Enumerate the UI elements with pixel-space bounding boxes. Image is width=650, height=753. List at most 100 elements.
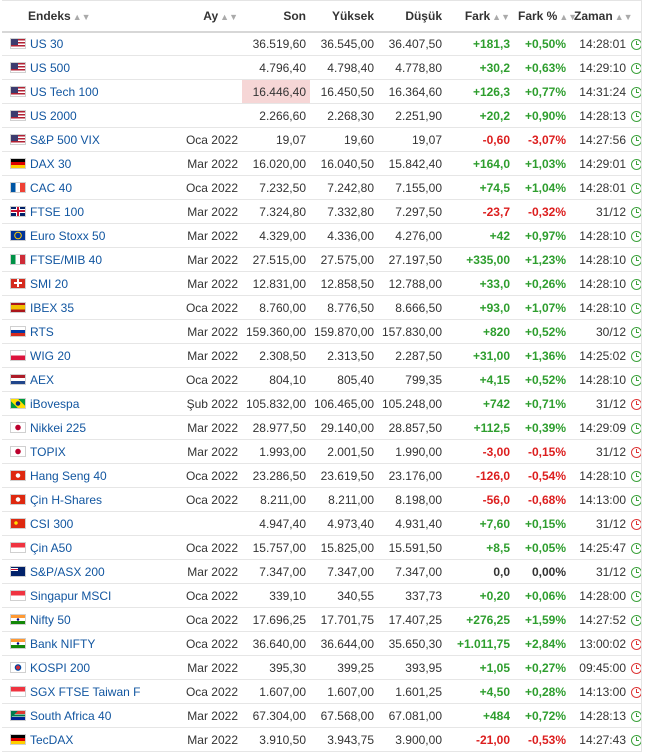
index-name-link[interactable]: Çin A50 xyxy=(30,541,72,555)
index-name-link[interactable]: WIG 20 xyxy=(30,349,71,363)
index-name-link[interactable]: Singapur MSCI xyxy=(30,589,111,603)
index-name-link[interactable]: S&P 500 VIX xyxy=(30,133,100,147)
month-cell: Mar 2022 xyxy=(168,151,242,176)
table-row: TOPIX Mar 2022 1.993,00 2.001,50 1.990,0… xyxy=(2,439,642,464)
index-name-link[interactable]: US Tech 100 xyxy=(30,85,99,99)
index-name-link[interactable]: DAX 30 xyxy=(30,157,71,171)
last-cell: 2.266,60 xyxy=(242,103,310,128)
index-name-cell[interactable]: Nifty 50 xyxy=(2,607,168,632)
index-name-link[interactable]: S&P/ASX 200 xyxy=(30,565,105,579)
col-header-time[interactable]: Zaman ▲▼ xyxy=(570,0,633,33)
index-name-link[interactable]: AEX xyxy=(30,373,54,387)
col-header-month[interactable]: Ay ▲▼ xyxy=(168,0,242,33)
col-header-high[interactable]: Yüksek xyxy=(310,0,378,33)
index-name-cell[interactable]: Nikkei 225 xyxy=(2,415,168,440)
change-pct-cell: +0,39% xyxy=(514,415,570,440)
index-name-link[interactable]: FTSE/MIB 40 xyxy=(30,253,102,267)
last-cell: 2.308,50 xyxy=(242,343,310,368)
index-name-cell[interactable]: TOPIX xyxy=(2,439,168,464)
col-header-last[interactable]: Son xyxy=(242,0,310,33)
index-name-cell[interactable]: DAX 30 xyxy=(2,151,168,176)
table-row: WIG 20 Mar 2022 2.308,50 2.313,50 2.287,… xyxy=(2,343,642,368)
index-name-link[interactable]: SGX FTSE Taiwan F xyxy=(30,685,140,699)
index-name-link[interactable]: TOPIX xyxy=(30,445,66,459)
index-name-link[interactable]: KOSPI 200 xyxy=(30,661,90,675)
index-name-link[interactable]: IBEX 35 xyxy=(30,301,74,315)
index-name-cell[interactable]: Euro Stoxx 50 xyxy=(2,223,168,248)
change-pct-cell: +0,77% xyxy=(514,79,570,104)
index-name-link[interactable]: US 30 xyxy=(30,37,63,51)
index-name-link[interactable]: Nikkei 225 xyxy=(30,421,86,435)
index-name-cell[interactable]: US 500 xyxy=(2,55,168,80)
index-name-link[interactable]: FTSE 100 xyxy=(30,205,84,219)
index-name-link[interactable]: RTS xyxy=(30,325,54,339)
index-name-cell[interactable]: KOSPI 200 xyxy=(2,655,168,680)
change-pct-cell: +0,05% xyxy=(514,535,570,560)
market-open-clock-icon xyxy=(630,39,642,51)
index-name-cell[interactable]: S&P/ASX 200 xyxy=(2,559,168,584)
index-name-cell[interactable]: FTSE 100 xyxy=(2,199,168,224)
index-name-link[interactable]: CAC 40 xyxy=(30,181,72,195)
table-header-row: Endeks ▲▼ Ay ▲▼ Son Yüksek Düşük Fark ▲▼ Fa… xyxy=(2,0,642,33)
col-header-change-pct[interactable]: Fark % ▲▼ xyxy=(514,0,577,33)
month-cell: Oca 2022 xyxy=(168,175,242,200)
index-name-cell[interactable]: CAC 40 xyxy=(2,175,168,200)
change-pct-cell: +0,28% xyxy=(514,679,570,704)
index-name-link[interactable]: TecDAX xyxy=(30,733,73,747)
index-name-cell[interactable]: US 30 xyxy=(2,31,168,56)
index-name-cell[interactable]: SMI 20 xyxy=(2,271,168,296)
table-row: US 500 4.796,40 4.798,40 4.778,80 +30,2 … xyxy=(2,55,642,80)
index-name-cell[interactable]: TecDAX xyxy=(2,727,168,752)
index-name-link[interactable]: CSI 300 xyxy=(30,517,73,531)
col-header-change[interactable]: Fark ▲▼ xyxy=(446,0,514,33)
month-cell xyxy=(168,79,242,104)
index-name-cell[interactable]: IBEX 35 xyxy=(2,295,168,320)
index-name-cell[interactable]: Çin H-Shares xyxy=(2,487,168,512)
index-name-link[interactable]: US 500 xyxy=(30,61,70,75)
index-name-cell[interactable]: WIG 20 xyxy=(2,343,168,368)
table-row: Nifty 50 Oca 2022 17.696,25 17.701,75 17… xyxy=(2,607,642,632)
sort-icon: ▲▼ xyxy=(72,11,91,22)
index-name-link[interactable]: Hang Seng 40 xyxy=(30,469,107,483)
market-open-clock-icon xyxy=(630,206,642,218)
index-name-cell[interactable]: Bank NIFTY xyxy=(2,631,168,656)
index-name-link[interactable]: iBovespa xyxy=(30,397,79,411)
change-cell: +820 xyxy=(446,319,514,344)
market-open-clock-icon xyxy=(630,134,642,146)
index-name-cell[interactable]: S&P 500 VIX xyxy=(2,127,168,152)
index-name-cell[interactable]: Çin A50 xyxy=(2,535,168,560)
low-cell: 27.197,50 xyxy=(378,247,446,272)
index-name-cell[interactable]: South Africa 40 xyxy=(2,703,168,728)
low-cell: 19,07 xyxy=(378,127,446,152)
index-name-cell[interactable]: US 2000 xyxy=(2,103,168,128)
month-cell: Oca 2022 xyxy=(168,295,242,320)
sort-icon: ▲▼ xyxy=(614,11,633,22)
change-cell: +31,00 xyxy=(446,343,514,368)
index-name-link[interactable]: South Africa 40 xyxy=(30,709,111,723)
col-header-low[interactable]: Düşük xyxy=(378,0,446,33)
index-name-link[interactable]: Euro Stoxx 50 xyxy=(30,229,105,243)
index-name-cell[interactable]: SGX FTSE Taiwan F xyxy=(2,679,168,704)
market-open-clock-icon xyxy=(630,278,642,290)
index-name-cell[interactable]: iBovespa xyxy=(2,391,168,416)
index-name-cell[interactable]: Singapur MSCI xyxy=(2,583,168,608)
index-name-cell[interactable]: RTS xyxy=(2,319,168,344)
index-name-link[interactable]: Nifty 50 xyxy=(30,613,71,627)
index-name-cell[interactable]: Hang Seng 40 xyxy=(2,463,168,488)
indices-table-container: Endeks ▲▼ Ay ▲▼ Son Yüksek Düşük Fark ▲▼ Fa… xyxy=(2,0,642,752)
change-pct-cell: +0,15% xyxy=(514,511,570,536)
index-name-cell[interactable]: CSI 300 xyxy=(2,511,168,536)
index-name-link[interactable]: Bank NIFTY xyxy=(30,637,95,651)
flag-za-icon xyxy=(10,709,26,721)
col-header-name[interactable]: Endeks ▲▼ xyxy=(2,0,168,33)
index-name-link[interactable]: SMI 20 xyxy=(30,277,68,291)
high-cell: 16.450,50 xyxy=(310,79,378,104)
index-name-cell[interactable]: US Tech 100 xyxy=(2,79,168,104)
index-name-link[interactable]: Çin H-Shares xyxy=(30,493,102,507)
index-name-cell[interactable]: AEX xyxy=(2,367,168,392)
index-name-link[interactable]: US 2000 xyxy=(30,109,77,123)
table-row: iBovespa Şub 2022 105.832,00 106.465,00 … xyxy=(2,391,642,416)
index-name-cell[interactable]: FTSE/MIB 40 xyxy=(2,247,168,272)
low-cell: 2.251,90 xyxy=(378,103,446,128)
change-pct-cell: -3,07% xyxy=(514,127,570,152)
